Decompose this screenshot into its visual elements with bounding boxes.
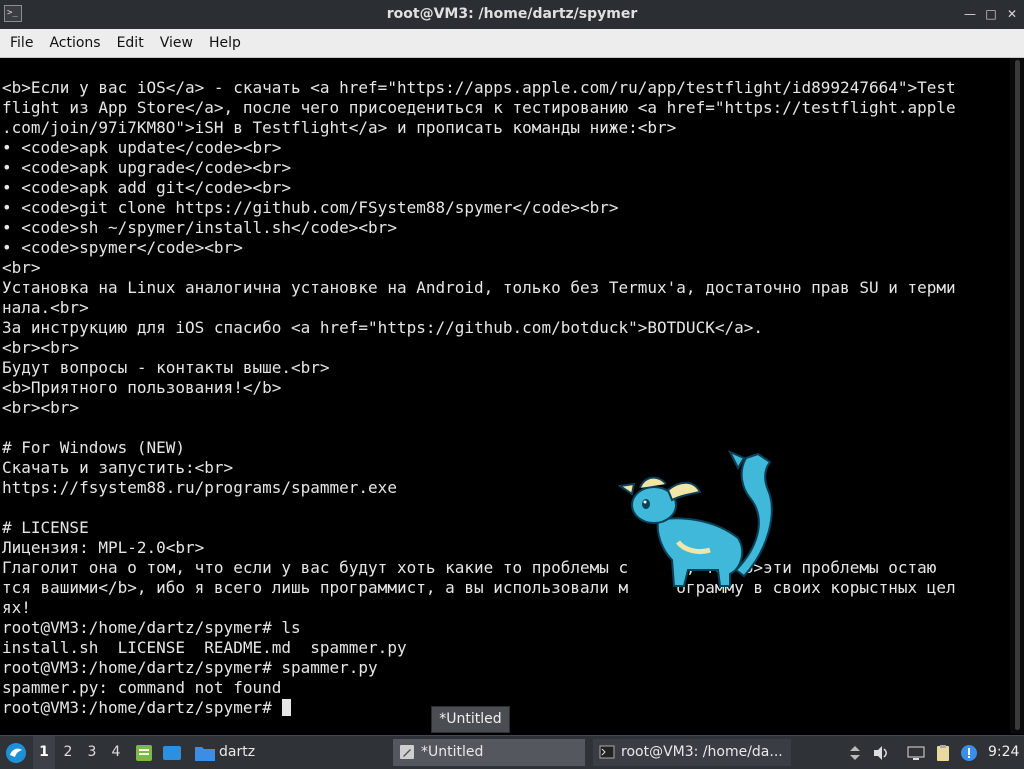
menu-actions[interactable]: Actions [41, 29, 108, 57]
menu-help[interactable]: Help [201, 29, 249, 57]
task-terminal-label: root@VM3: /home/da... [621, 744, 783, 760]
taskbar-tooltip: *Untitled [431, 706, 510, 733]
terminal-line: .com/join/97i7KM8O">iSH в Testflight</a>… [2, 118, 677, 137]
terminal-line: install.sh LICENSE README.md spammer.py [2, 638, 407, 657]
maximize-icon[interactable]: □ [984, 7, 998, 21]
terminal-line: • <code>git clone https://github.com/FSy… [2, 198, 619, 217]
scroll-arrows-icon[interactable] [846, 744, 864, 762]
workspace-2[interactable]: 2 [57, 736, 79, 769]
taskbar: 1 2 3 4 dartz *Untitled root@VM3: /home/… [0, 735, 1024, 769]
terminal-line: <br><br> [2, 398, 80, 417]
terminal-output[interactable]: <b>Если у вас iOS</a> - скачать <a href=… [0, 58, 1010, 734]
terminal-line: root@VM3:/home/dartz/spymer# spammer.py [2, 658, 378, 677]
terminal-line: Глаголит она о том, что если у вас будут… [2, 558, 937, 577]
terminal-line: <br> [2, 258, 41, 277]
terminal-line: Установка на Linux аналогична установке … [2, 278, 956, 297]
task-untitled-label: *Untitled [421, 744, 484, 760]
task-terminal[interactable]: root@VM3: /home/da... [593, 739, 791, 766]
window-titlebar[interactable]: >_ root@VM3: /home/dartz/spymer — □ ✕ [0, 0, 1024, 30]
terminal-line: Будут вопросы - контакты выше.<br> [2, 358, 330, 377]
close-icon[interactable]: ✕ [1005, 7, 1019, 21]
start-menu-icon[interactable] [4, 741, 28, 765]
terminal-line: • <code>apk add git</code><br> [2, 178, 291, 197]
terminal-line: • <code>sh ~/spymer/install.sh</code><br… [2, 218, 397, 237]
terminal-prompt: root@VM3:/home/dartz/spymer# [2, 698, 282, 717]
terminal-line: <b>Если у вас iOS</a> - скачать <a href=… [2, 78, 956, 97]
terminal-line: # For Windows (NEW) [2, 438, 186, 457]
text-cursor [282, 699, 292, 716]
terminal-line: flight из App Store</a>, после чего прис… [2, 98, 956, 117]
terminal-lines: <b>Если у вас iOS</a> - скачать <a href=… [2, 78, 956, 718]
menu-file[interactable]: File [2, 29, 41, 57]
window-title: root@VM3: /home/dartz/spymer [386, 6, 638, 22]
terminal-icon [599, 745, 615, 759]
clock[interactable]: 9:24 [988, 736, 1019, 769]
terminal-line: # LICENSE [2, 518, 89, 537]
terminal-line: Скачать и запустить:<br> [2, 458, 234, 477]
terminal-line: ях! [2, 598, 31, 617]
workspace-1[interactable]: 1 [33, 736, 55, 769]
terminal-line: spammer.py: command not found [2, 678, 282, 697]
menu-view[interactable]: View [152, 29, 201, 57]
folder-icon[interactable] [194, 743, 216, 763]
text-editor-launcher-icon[interactable] [134, 743, 154, 763]
clipboard-icon[interactable] [934, 744, 952, 762]
terminal-line: нала.<br> [2, 298, 89, 317]
terminal-line: • <code>apk update</code><br> [2, 138, 282, 157]
network-icon[interactable] [907, 744, 925, 762]
terminal-line: • <code>apk upgrade</code><br> [2, 158, 291, 177]
minimize-icon[interactable]: — [963, 7, 977, 21]
show-desktop-icon[interactable] [162, 743, 182, 763]
workspace-4[interactable]: 4 [105, 736, 127, 769]
notifications-icon[interactable] [960, 744, 978, 762]
terminal-scrollbar[interactable] [1010, 58, 1024, 734]
workspace-3[interactable]: 3 [81, 736, 103, 769]
vaporeon-pet-sprite[interactable] [618, 450, 783, 590]
scrollbar-thumb[interactable] [1015, 60, 1020, 730]
terminal-line: <br><br> [2, 338, 80, 357]
text-editor-icon [400, 745, 414, 759]
terminal-line: Лицензия: MPL-2.0<br> [2, 538, 205, 557]
volume-icon[interactable] [872, 744, 890, 762]
terminal-line: тся вашими</b>, ибо я всего лишь програм… [2, 578, 956, 597]
menu-edit[interactable]: Edit [109, 29, 152, 57]
menubar: File Actions Edit View Help [0, 29, 1024, 58]
terminal-line: <b>Приятного пользования!</b> [2, 378, 282, 397]
terminal-line: За инструкцию для iOS спасибо <a href="h… [2, 318, 763, 337]
terminal-line: • <code>spymer</code><br> [2, 238, 243, 257]
terminal-line: root@VM3:/home/dartz/spymer# ls [2, 618, 301, 637]
folder-label[interactable]: dartz [219, 736, 255, 769]
task-untitled[interactable]: *Untitled [393, 739, 585, 766]
terminal-line: https://fsystem88.ru/programs/spammer.ex… [2, 478, 397, 497]
